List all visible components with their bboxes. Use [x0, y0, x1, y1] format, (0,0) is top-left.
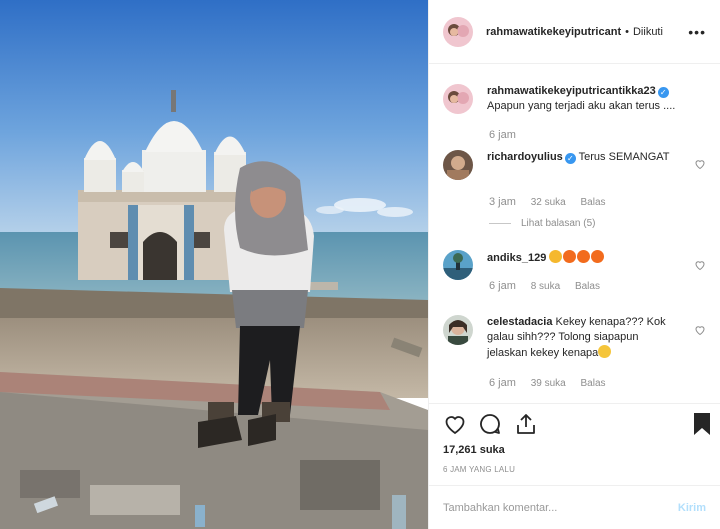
post-panel: rahmawatikekeyiputricant • Diikuti ••• r… [428, 0, 720, 529]
likes-count[interactable]: 17,261 suka [443, 444, 505, 456]
comment-input[interactable]: Tambahkan komentar... [443, 502, 678, 514]
reply-button[interactable]: Balas [581, 378, 606, 389]
fire-emoji-icon [591, 250, 605, 263]
comment-avatar[interactable] [443, 150, 473, 180]
header-separator: • [625, 25, 629, 38]
like-heart-icon[interactable] [443, 412, 467, 436]
save-bookmark-icon[interactable] [692, 412, 712, 436]
like-comment-heart-icon[interactable] [694, 158, 706, 170]
caption-text: Apapun yang terjadi aku akan terus .... [487, 100, 676, 112]
caption-username[interactable]: rahmawatikekeyiputricantikka23 [487, 85, 656, 97]
comment-likes[interactable]: 32 suka [531, 197, 566, 208]
post-header: rahmawatikekeyiputricant • Diikuti ••• [429, 0, 720, 64]
comment-avatar[interactable] [443, 315, 473, 345]
author-avatar[interactable] [443, 16, 473, 47]
reply-button[interactable]: Balas [581, 197, 606, 208]
author-username[interactable]: rahmawatikekeyiputricant [486, 26, 621, 38]
comment-time[interactable]: 6 jam [489, 280, 516, 292]
send-comment-button[interactable]: Kirim [678, 502, 706, 514]
comment-likes[interactable]: 8 suka [531, 281, 560, 292]
comment-likes[interactable]: 39 suka [531, 378, 566, 389]
caption-avatar[interactable] [443, 84, 473, 114]
post-actions: 17,261 suka 6 JAM YANG LALU [429, 403, 720, 485]
comment-username[interactable]: richardoyulius [487, 151, 563, 163]
like-comment-heart-icon[interactable] [694, 259, 706, 271]
replies-divider [489, 223, 511, 224]
share-icon[interactable] [514, 412, 538, 436]
post-timestamp[interactable]: 6 JAM YANG LALU [443, 465, 515, 474]
follow-status-button[interactable]: Diikuti [633, 26, 663, 38]
view-replies-label: Lihat balasan (5) [521, 218, 596, 229]
clap-emoji-icon [549, 250, 563, 263]
comment-avatar[interactable] [443, 250, 473, 280]
fire-emoji-icon [577, 250, 591, 263]
photo-scene [0, 0, 428, 529]
comment-username[interactable]: celestadacia [487, 316, 552, 328]
comment-text: Terus SEMANGAT [578, 151, 670, 163]
like-comment-heart-icon[interactable] [694, 324, 706, 336]
comment-username[interactable]: andiks_129 [487, 252, 546, 264]
caption-time[interactable]: 6 jam [489, 129, 516, 141]
fire-emoji-icon [563, 250, 577, 263]
comment-time[interactable]: 3 jam [489, 196, 516, 208]
more-options-icon[interactable]: ••• [688, 25, 706, 39]
crying-emoji-icon [598, 345, 612, 358]
add-comment-bar: Tambahkan komentar... Kirim [429, 485, 720, 529]
post-photo[interactable] [0, 0, 428, 529]
comment-time[interactable]: 6 jam [489, 377, 516, 389]
comment-bubble-icon[interactable] [478, 412, 502, 436]
verified-badge-icon: ✓ [564, 153, 576, 164]
view-replies-button[interactable]: Lihat balasan (5) [489, 218, 596, 229]
reply-button[interactable]: Balas [575, 281, 600, 292]
verified-badge-icon: ✓ [657, 87, 669, 98]
